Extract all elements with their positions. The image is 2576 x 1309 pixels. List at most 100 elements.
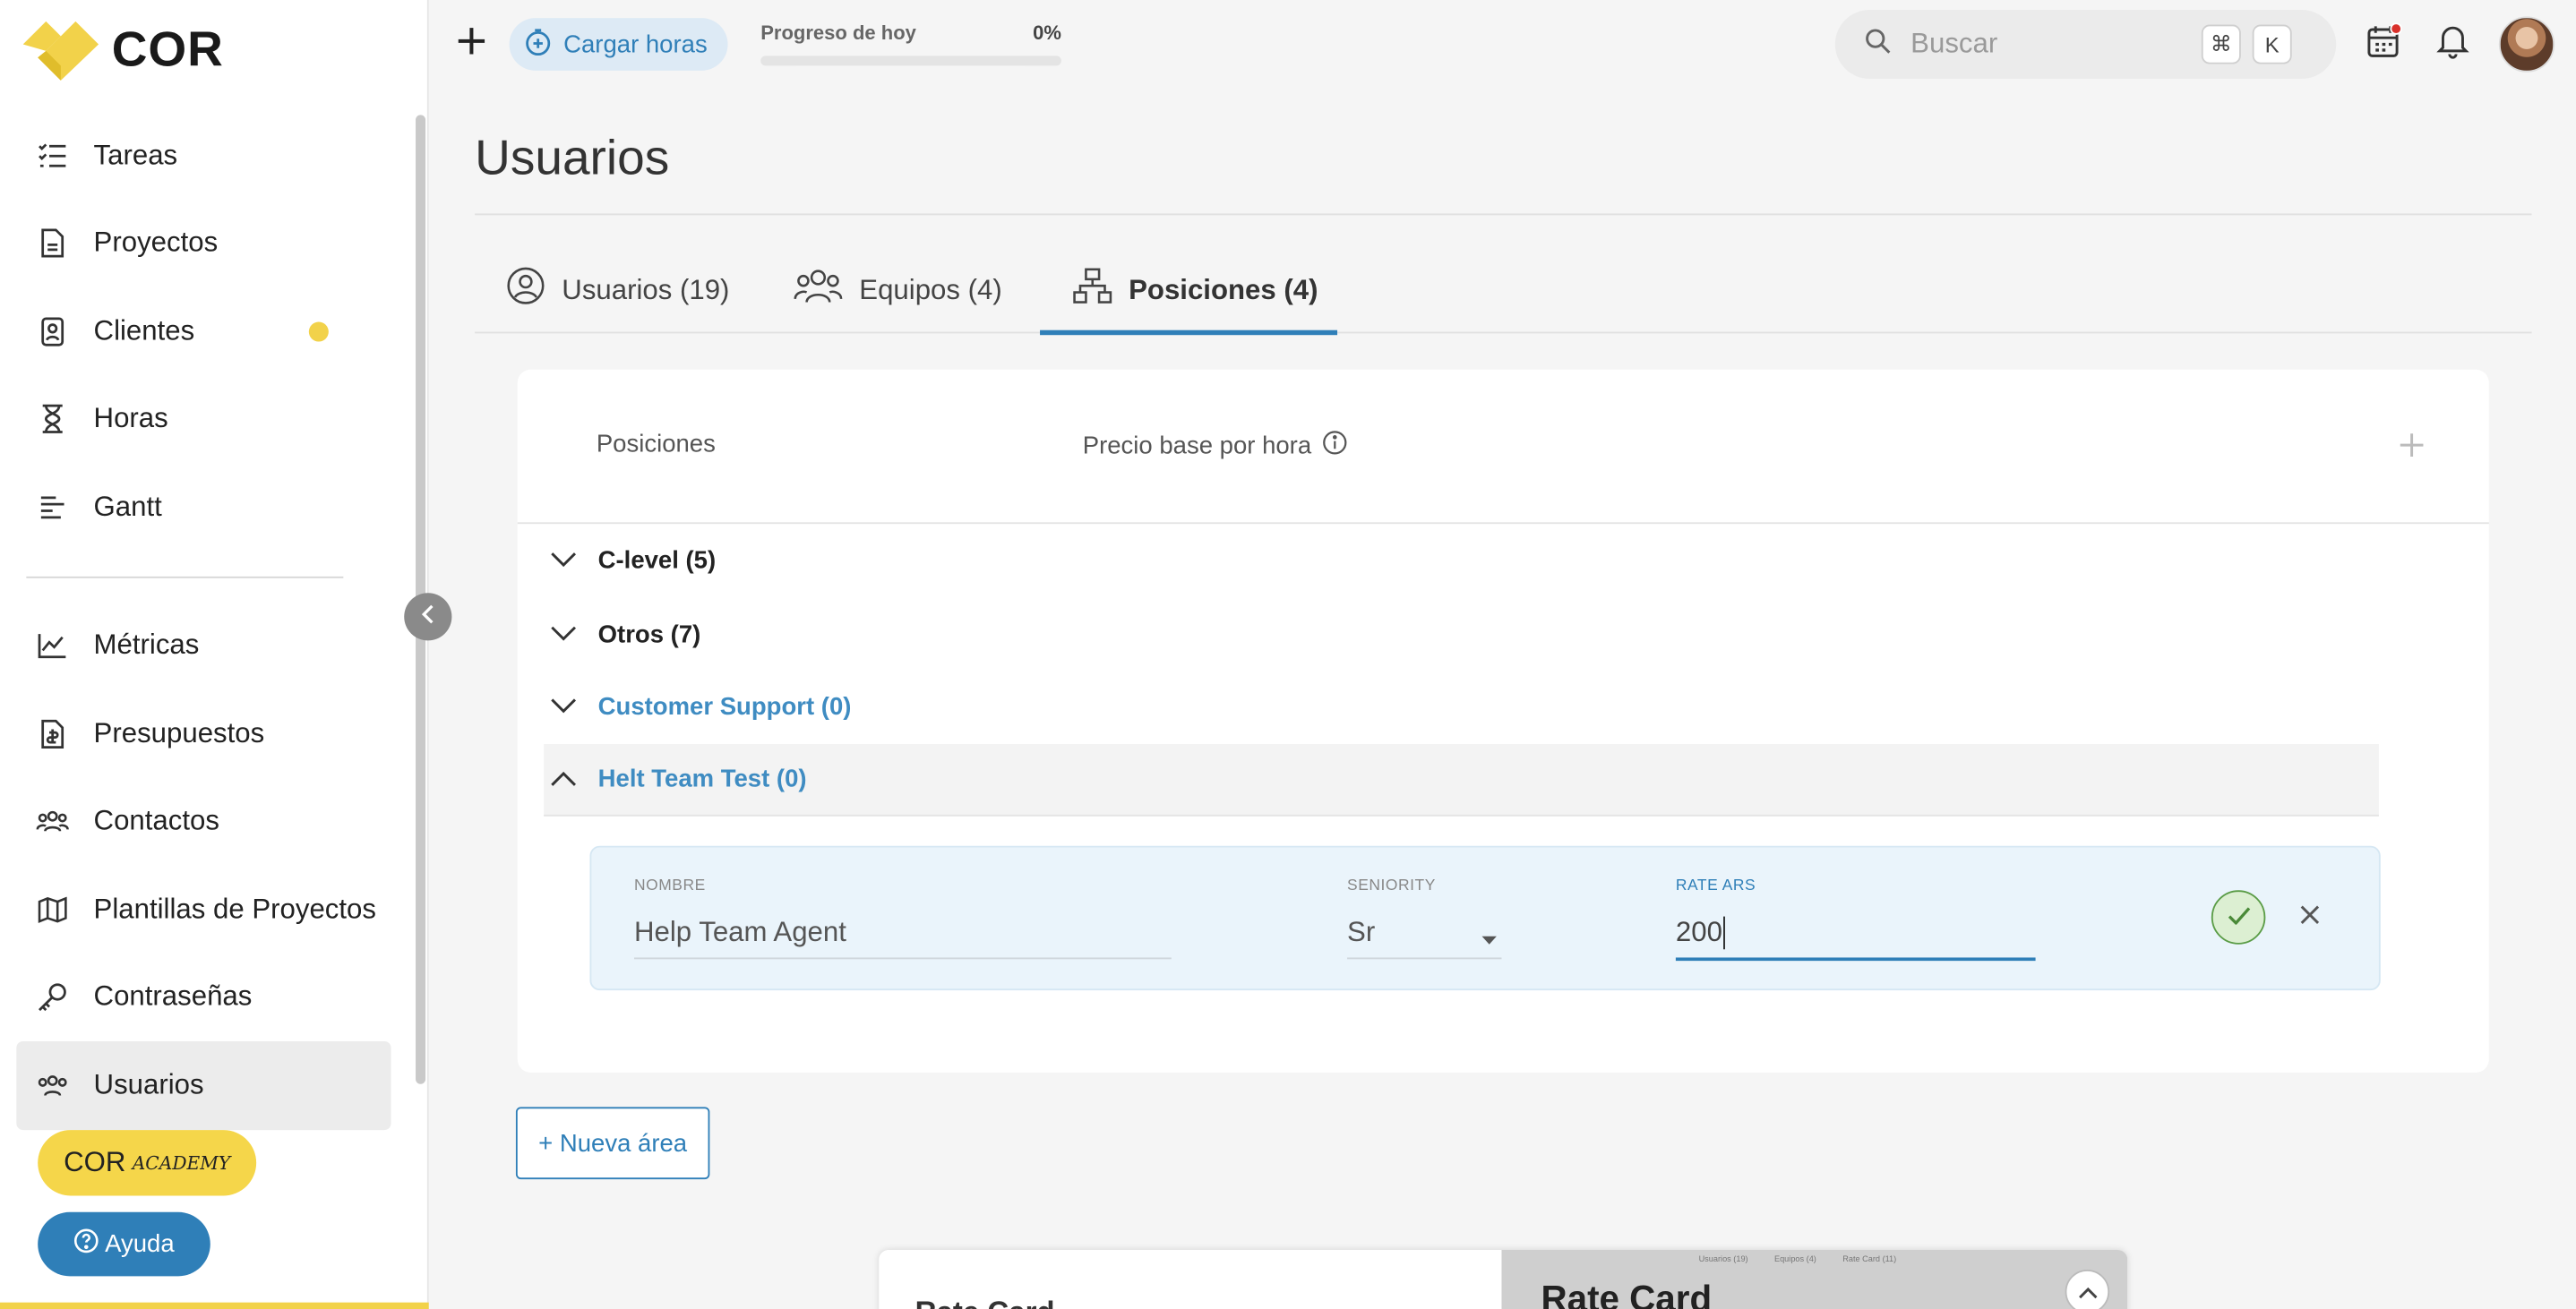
chevron-up-icon xyxy=(550,766,577,793)
hourglass-icon xyxy=(36,403,69,436)
preview-left-title: Rate Card xyxy=(915,1296,1055,1309)
collapse-sidebar-button[interactable] xyxy=(404,593,452,641)
group-label: Customer Support (0) xyxy=(597,692,852,721)
positions-card: Posiciones Precio base por hora C-level … xyxy=(517,369,2489,1073)
client-card-icon xyxy=(36,315,69,348)
tab-usuarios[interactable]: Usuarios (19) xyxy=(506,246,730,333)
map-icon xyxy=(36,893,69,926)
notifications-button[interactable] xyxy=(2433,25,2472,64)
sidebar: COR Tareas Proyectos Clientes Horas Gant… xyxy=(0,0,429,1309)
search-input[interactable] xyxy=(1911,28,2190,61)
bell-icon xyxy=(2436,22,2469,67)
chevron-down-icon xyxy=(550,692,577,720)
sidebar-item-metricas[interactable]: Métricas xyxy=(16,602,391,689)
add-position-button[interactable] xyxy=(2399,419,2425,468)
gantt-icon xyxy=(36,491,69,524)
cargar-horas-button[interactable]: Cargar horas xyxy=(509,18,728,71)
sidebar-item-label: Plantillas de Proyectos xyxy=(93,893,377,925)
progress-percent: 0% xyxy=(1033,21,1061,45)
sidebar-divider xyxy=(26,575,344,578)
add-button[interactable] xyxy=(455,23,491,66)
cor-logo[interactable]: COR xyxy=(22,21,224,81)
tab-equipos[interactable]: Equipos (4) xyxy=(794,246,1002,333)
group-label: Otros (7) xyxy=(597,620,701,648)
position-edit-row: NOMBRE Help Team Agent SENIORITY Sr RATE… xyxy=(589,845,2381,991)
tab-posiciones[interactable]: Posiciones (4) xyxy=(1073,246,1318,333)
name-field[interactable]: Help Team Agent xyxy=(634,917,846,950)
sidebar-item-label: Proyectos xyxy=(93,227,219,259)
help-preview-widget[interactable]: Rate Card Usuarios (19) Equipos (4) Rate… xyxy=(879,1249,2128,1309)
cargar-horas-label: Cargar horas xyxy=(563,30,708,59)
search-box[interactable]: ⌘ K xyxy=(1834,10,2337,80)
sidebar-item-contrasenas[interactable]: Contraseñas xyxy=(16,954,391,1041)
group-label: Helt Team Test (0) xyxy=(597,765,807,794)
chevron-down-icon xyxy=(550,620,577,647)
preview-left-panel: Rate Card xyxy=(879,1249,1502,1309)
users-icon xyxy=(36,1069,69,1102)
preview-expand-button[interactable] xyxy=(2065,1269,2110,1309)
check-icon xyxy=(2227,903,2250,932)
chart-icon xyxy=(36,629,69,663)
close-icon xyxy=(2300,903,2320,933)
name-field-underline xyxy=(634,957,1172,960)
budget-icon xyxy=(36,717,69,750)
column-header-price-label: Precio base por hora xyxy=(1082,432,1312,460)
command-key-hint: ⌘ xyxy=(2201,24,2241,64)
group-row-customer-support[interactable]: Customer Support (0) xyxy=(544,670,2379,742)
help-button[interactable]: Ayuda xyxy=(38,1211,210,1277)
chevron-up-icon xyxy=(2077,1277,2097,1306)
tab-label: Posiciones (4) xyxy=(1129,273,1318,305)
sidebar-item-label: Contraseñas xyxy=(93,980,253,1013)
sidebar-item-gantt[interactable]: Gantt xyxy=(16,463,391,551)
tab-label: Equipos (4) xyxy=(859,273,1002,305)
sidebar-item-horas[interactable]: Horas xyxy=(16,375,391,463)
rate-input[interactable]: 200 xyxy=(1676,916,1726,950)
rate-field-label: RATE ARS xyxy=(1675,877,1756,895)
seniority-select[interactable]: Sr xyxy=(1347,917,1375,950)
plus-icon xyxy=(455,16,488,67)
checklist-icon xyxy=(36,139,69,172)
sidebar-item-tareas[interactable]: Tareas xyxy=(16,112,391,200)
info-icon[interactable] xyxy=(1323,431,1348,462)
calendar-icon xyxy=(2366,21,2402,67)
confirm-button[interactable] xyxy=(2211,890,2266,945)
caret-down-icon[interactable] xyxy=(1481,925,1497,954)
column-header-price: Precio base por hora xyxy=(1083,431,1348,462)
seniority-underline xyxy=(1347,957,1502,960)
progress-label: Progreso de hoy xyxy=(760,21,916,45)
chevron-left-icon xyxy=(420,602,436,631)
user-avatar[interactable] xyxy=(2498,16,2555,73)
group-label: C-level (5) xyxy=(597,545,717,575)
name-field-label: NOMBRE xyxy=(634,877,706,895)
sidebar-item-label: Horas xyxy=(93,402,168,434)
sidebar-item-label: Presupuestos xyxy=(93,717,265,749)
column-header-positions: Posiciones xyxy=(596,430,716,458)
cor-logo-text: COR xyxy=(111,22,224,78)
sidebar-item-label: Clientes xyxy=(93,314,195,346)
document-icon xyxy=(36,227,69,261)
k-key-hint: K xyxy=(2252,24,2292,64)
positions-header: Posiciones Precio base por hora xyxy=(517,370,2489,525)
group-row-c-level[interactable]: C-level (5) xyxy=(544,524,2379,596)
daily-progress: Progreso de hoy 0% xyxy=(760,21,1061,66)
progress-bar xyxy=(760,56,1061,66)
sidebar-bottom-accent xyxy=(0,1302,429,1309)
group-row-otros[interactable]: Otros (7) xyxy=(544,598,2379,671)
sidebar-item-presupuestos[interactable]: Presupuestos xyxy=(16,689,391,777)
cor-logo-mark-icon xyxy=(22,21,99,81)
new-area-button[interactable]: + Nueva área xyxy=(515,1107,710,1180)
sidebar-item-contactos[interactable]: Contactos xyxy=(16,778,391,866)
sidebar-item-proyectos[interactable]: Proyectos xyxy=(16,200,391,287)
sidebar-item-usuarios[interactable]: Usuarios xyxy=(16,1041,391,1130)
sidebar-item-clientes[interactable]: Clientes xyxy=(16,287,391,375)
preview-mini-tab: Usuarios (19) xyxy=(1698,1254,1748,1265)
calendar-button[interactable] xyxy=(2364,21,2403,67)
cor-academy-button[interactable]: COR ACADEMY xyxy=(38,1130,257,1196)
seniority-field-label: SENIORITY xyxy=(1347,877,1436,895)
cancel-button[interactable] xyxy=(2294,902,2327,935)
sidebar-item-plantillas[interactable]: Plantillas de Proyectos xyxy=(16,866,391,954)
help-label: Ayuda xyxy=(105,1229,175,1259)
tab-label: Usuarios (19) xyxy=(562,273,730,305)
search-icon xyxy=(1865,27,1891,62)
group-row-helt-team-test[interactable]: Helt Team Test (0) xyxy=(544,743,2379,817)
